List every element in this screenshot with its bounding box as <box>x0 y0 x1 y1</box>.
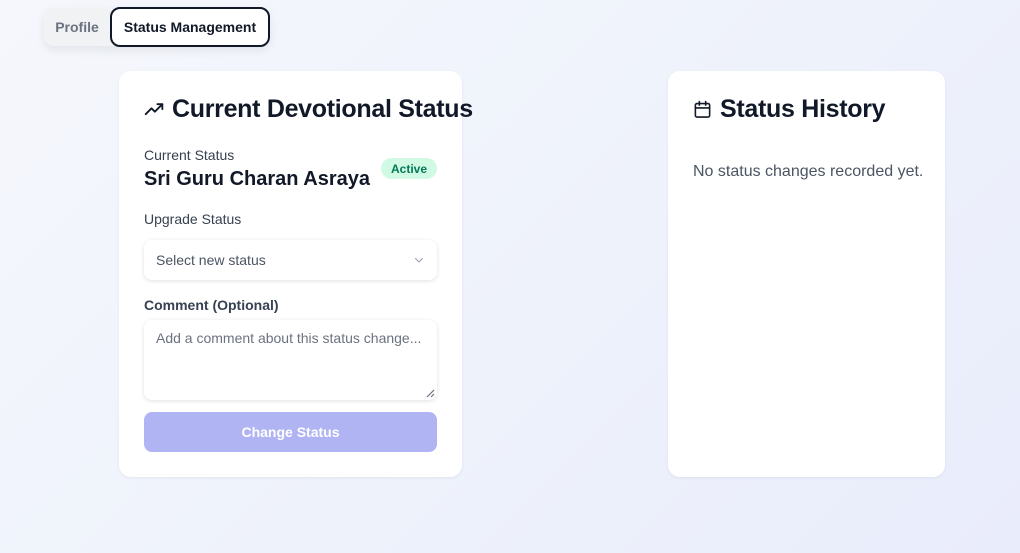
status-select[interactable]: Select new status <box>144 240 437 280</box>
current-status-heading: Current Devotional Status <box>144 95 473 124</box>
calendar-icon <box>694 100 711 118</box>
status-history-heading: Status History <box>693 95 886 124</box>
resize-handle-icon[interactable] <box>426 389 435 398</box>
current-status-value: Sri Guru Charan Asraya <box>144 168 371 190</box>
current-status-card: Current Devotional Status Current Status… <box>119 71 473 477</box>
status-badge: Active <box>381 158 437 179</box>
comment-textarea[interactable]: Add a comment about this status change..… <box>144 320 437 400</box>
tab-status-management[interactable]: Status Management <box>110 7 270 47</box>
tab-profile[interactable]: Profile <box>44 8 110 46</box>
tab-bar: Profile Status Management <box>44 7 270 47</box>
trending-up-icon <box>144 102 164 115</box>
history-empty-text: No status changes recorded yet. <box>693 163 924 180</box>
comment-placeholder: Add a comment about this status change..… <box>156 330 422 346</box>
chevron-down-icon <box>414 257 424 263</box>
change-status-button[interactable]: Change Status <box>144 412 437 452</box>
current-status-title: Current Devotional Status <box>172 95 473 123</box>
status-history-title: Status History <box>720 95 886 123</box>
status-history-card: Status History No status changes recorde… <box>668 71 945 477</box>
comment-label: Comment (Optional) <box>144 297 279 313</box>
upgrade-status-label: Upgrade Status <box>144 211 242 227</box>
current-status-label: Current Status <box>144 147 235 163</box>
status-select-placeholder: Select new status <box>156 252 266 268</box>
